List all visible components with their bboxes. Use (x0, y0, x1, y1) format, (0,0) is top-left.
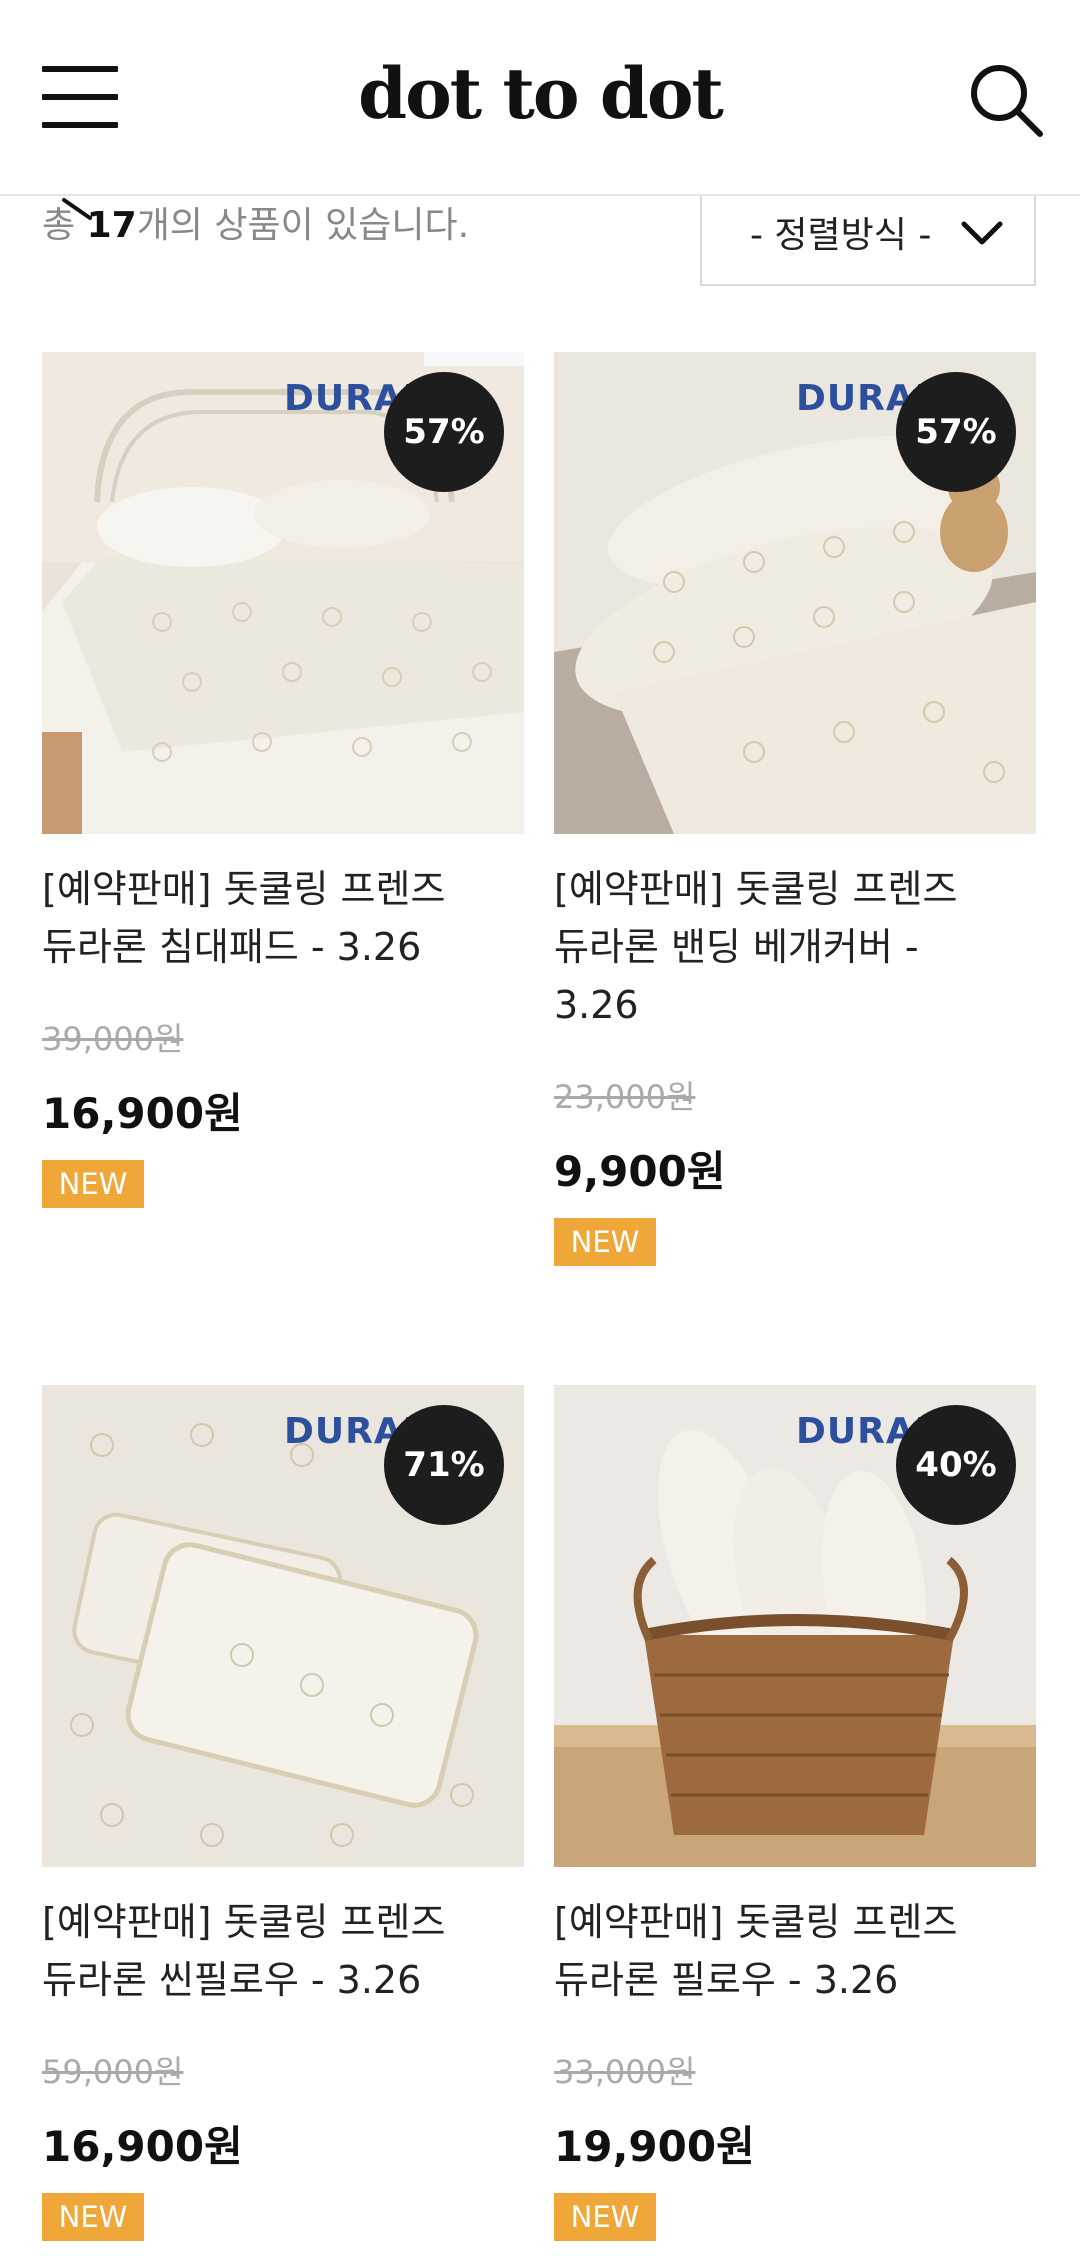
sale-price: 16,900원 (42, 2122, 243, 2171)
product-count-text: 총 17개의 상품이 있습니다. (42, 196, 469, 248)
discount-badge: 71% (384, 1405, 504, 1525)
search-button[interactable] (968, 62, 1044, 138)
discount-badge: 57% (896, 372, 1016, 492)
product-title[interactable]: [예약판매] 돗쿨링 프렌즈 듀라론 필로우 - 3.26 (554, 1893, 1036, 2009)
product-title-line: 듀라론 밴딩 베개커버 - (554, 925, 919, 969)
new-badge: NEW (554, 1218, 656, 1266)
product-image[interactable]: DURAR 57% (554, 352, 1036, 834)
product-title-line: [예약판매] 돗쿨링 프렌즈 (554, 1900, 958, 1944)
sale-price: 16,900원 (42, 1089, 243, 1138)
sort-label: - 정렬방식 - (750, 215, 932, 256)
original-price: 59,000원 (42, 2053, 184, 2091)
original-price: 39,000원 (42, 1020, 184, 1058)
original-price: 33,000원 (554, 2053, 696, 2091)
product-title[interactable]: [예약판매] 돗쿨링 프렌즈 듀라론 침대패드 - 3.26 (42, 860, 524, 976)
product-title-line: [예약판매] 돗쿨링 프렌즈 (554, 867, 958, 911)
product-title-line: [예약판매] 돗쿨링 프렌즈 (42, 867, 446, 911)
discount-badge: 40% (896, 1405, 1016, 1525)
app-header: dot to dot (0, 0, 1080, 196)
discount-badge: 57% (384, 372, 504, 492)
sale-price: 9,900원 (554, 1147, 726, 1196)
product-image[interactable]: DURAR 40% (554, 1385, 1036, 1867)
product-image[interactable]: DURAR 57% (42, 352, 524, 834)
product-title-line: 듀라론 씬필로우 - 3.26 (42, 1958, 422, 2002)
product-title-line: 듀라론 침대패드 - 3.26 (42, 925, 422, 969)
sale-price: 19,900원 (554, 2122, 755, 2171)
new-badge: NEW (42, 1160, 144, 1208)
chevron-down-icon (961, 221, 1003, 245)
search-icon (971, 65, 1043, 137)
product-title-line: [예약판매] 돗쿨링 프렌즈 (42, 1900, 446, 1944)
cursor-icon (62, 198, 92, 220)
new-badge: NEW (42, 2193, 144, 2241)
product-title-line: 3.26 (554, 983, 639, 1027)
new-badge: NEW (554, 2193, 656, 2241)
original-price: 23,000원 (554, 1078, 696, 1116)
product-title[interactable]: [예약판매] 돗쿨링 프렌즈 듀라론 밴딩 베개커버 - 3.26 (554, 860, 1036, 1034)
product-image[interactable]: DURAR 71% (42, 1385, 524, 1867)
brand-logo[interactable]: dot to dot (0, 52, 1080, 135)
count-suffix: 개의 상품이 있습니다. (136, 205, 470, 246)
product-title-line: 듀라론 필로우 - 3.26 (554, 1958, 899, 2002)
product-title[interactable]: [예약판매] 돗쿨링 프렌즈 듀라론 씬필로우 - 3.26 (42, 1893, 524, 2009)
